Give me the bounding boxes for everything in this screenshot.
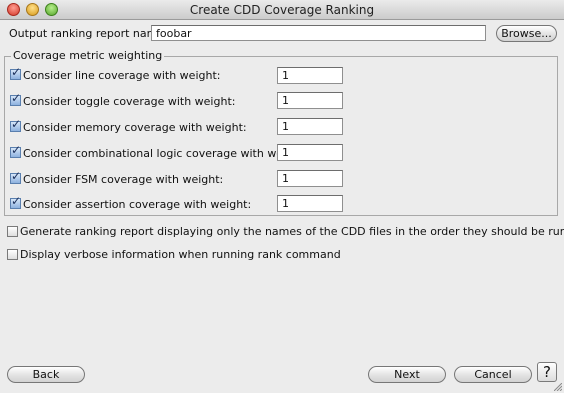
- memory-coverage-checkbox[interactable]: ✓: [10, 117, 21, 132]
- output-report-name-input[interactable]: foobar: [151, 25, 486, 41]
- checkmark-icon: ✓: [11, 117, 22, 131]
- combinational-logic-coverage-weight-input[interactable]: 1: [277, 144, 343, 161]
- title-bar: Create CDD Coverage Ranking: [0, 0, 564, 20]
- combinational-logic-coverage-checkbox[interactable]: ✓: [10, 143, 21, 158]
- verbose-label: Display verbose information when running…: [20, 248, 341, 261]
- cancel-button[interactable]: Cancel: [454, 366, 532, 383]
- fsm-coverage-label: Consider FSM coverage with weight:: [23, 173, 224, 186]
- assertion-coverage-label: Consider assertion coverage with weight:: [23, 198, 252, 211]
- checkmark-icon: ✓: [11, 91, 22, 105]
- checkmark-icon: ✓: [11, 143, 22, 157]
- memory-coverage-label: Consider memory coverage with weight:: [23, 121, 247, 134]
- output-report-name-label: Output ranking report name:: [9, 27, 168, 40]
- help-button[interactable]: ?: [537, 362, 557, 382]
- fsm-coverage-weight-input[interactable]: 1: [277, 170, 343, 187]
- coverage-weighting-group: Coverage metric weighting ✓ Consider lin…: [4, 49, 558, 216]
- fsm-coverage-checkbox[interactable]: ✓: [10, 169, 21, 184]
- window-title: Create CDD Coverage Ranking: [189, 3, 375, 17]
- combinational-logic-coverage-label: Consider combinational logic coverage wi…: [23, 147, 309, 160]
- toggle-coverage-label: Consider toggle coverage with weight:: [23, 95, 236, 108]
- toggle-coverage-weight-input[interactable]: 1: [277, 92, 343, 109]
- checkmark-icon: ✓: [11, 65, 22, 79]
- names-only-report-checkbox[interactable]: [7, 226, 18, 237]
- line-coverage-label: Consider line coverage with weight:: [23, 69, 221, 82]
- toggle-coverage-checkbox[interactable]: ✓: [10, 91, 21, 106]
- assertion-coverage-weight-input[interactable]: 1: [277, 195, 343, 212]
- coverage-weighting-legend: Coverage metric weighting: [11, 49, 165, 62]
- next-button[interactable]: Next: [368, 366, 446, 383]
- verbose-checkbox[interactable]: [7, 249, 18, 260]
- back-button[interactable]: Back: [7, 366, 85, 383]
- checkmark-icon: ✓: [11, 169, 22, 183]
- names-only-report-label: Generate ranking report displaying only …: [20, 225, 564, 238]
- assertion-coverage-checkbox[interactable]: ✓: [10, 194, 21, 209]
- resize-grip-icon[interactable]: [554, 383, 562, 391]
- checkmark-icon: ✓: [11, 194, 22, 208]
- line-coverage-checkbox[interactable]: ✓: [10, 65, 21, 80]
- browse-button[interactable]: Browse...: [496, 25, 557, 42]
- line-coverage-weight-input[interactable]: 1: [277, 67, 343, 84]
- memory-coverage-weight-input[interactable]: 1: [277, 118, 343, 135]
